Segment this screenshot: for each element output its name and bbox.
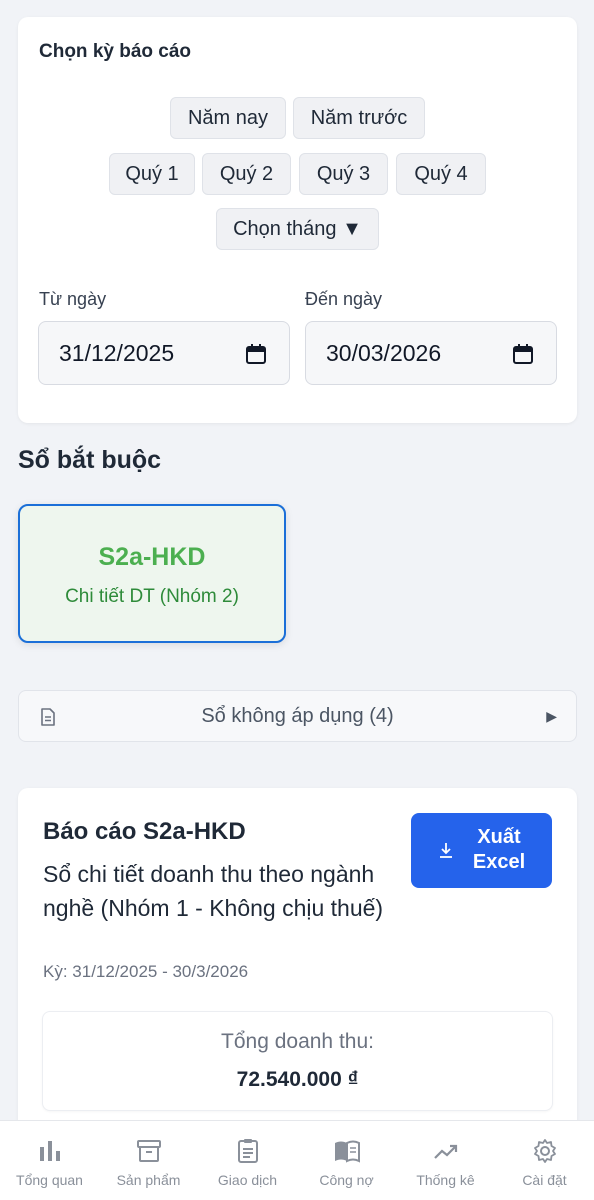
expand-arrow-icon: ▶ <box>546 708 557 724</box>
nav-label-debts: Công nợ <box>319 1172 374 1188</box>
nav-label-transactions: Giao dịch <box>217 1172 278 1188</box>
book-code: S2a-HKD <box>98 543 206 571</box>
calendar-icon[interactable] <box>245 343 267 365</box>
bottom-nav: Tổng quan Sản phẩm Giao dịch Công nợ Thố… <box>0 1120 594 1200</box>
to-date-value: 30/03/2026 <box>326 339 442 366</box>
not-applicable-books-toggle[interactable]: Sổ không áp dụng (4) ▶ <box>18 690 577 742</box>
nav-item-transactions[interactable]: Giao dịch <box>198 1121 297 1200</box>
total-revenue-value: 72.540.000 ₫ <box>236 1068 359 1091</box>
gear-icon <box>534 1139 556 1163</box>
export-excel-label: Xuất Excel <box>472 826 526 873</box>
report-title: Báo cáo S2a-HKD <box>43 818 246 845</box>
download-icon <box>440 843 452 858</box>
book-icon <box>335 1140 360 1163</box>
from-date-label: Từ ngày <box>39 289 107 309</box>
chip-quarter-3[interactable]: Quý 3 <box>299 153 388 195</box>
to-date-label: Đến ngày <box>305 289 383 309</box>
nav-label-statistics: Thống kê <box>416 1172 475 1188</box>
period-selector-card: Chọn kỳ báo cáo Năm nay Năm trước Quý 1 … <box>18 17 577 423</box>
nav-label-products: Sản phẩm <box>116 1172 181 1188</box>
nav-item-products[interactable]: Sản phẩm <box>99 1121 198 1200</box>
chip-quarter-2[interactable]: Quý 2 <box>202 153 291 195</box>
nav-item-debts[interactable]: Công nợ <box>297 1121 396 1200</box>
box-icon <box>137 1140 161 1162</box>
total-revenue-label: Tổng doanh thu: <box>221 1030 374 1053</box>
nav-label-overview: Tổng quan <box>16 1172 83 1188</box>
export-excel-button[interactable]: Xuất Excel <box>411 813 552 888</box>
not-applicable-label: Sổ không áp dụng (4) <box>201 705 394 727</box>
chip-quarter-4[interactable]: Quý 4 <box>396 153 486 195</box>
nav-item-settings[interactable]: Cài đặt <box>495 1121 594 1200</box>
chip-last-year[interactable]: Năm trước <box>293 97 425 139</box>
bar-chart-icon <box>40 1141 60 1161</box>
clipboard-icon <box>238 1139 258 1163</box>
from-date-value: 31/12/2025 <box>59 339 175 366</box>
book-card-s2a-hkd[interactable]: S2a-HKD Chi tiết DT (Nhóm 2) <box>18 504 286 643</box>
required-books-title: Sổ bắt buộc <box>18 446 162 474</box>
chip-this-year[interactable]: Năm nay <box>170 97 286 139</box>
nav-item-overview[interactable]: Tổng quan <box>0 1121 99 1200</box>
trend-icon <box>434 1144 458 1159</box>
report-subtitle: Sổ chi tiết doanh thu theo ngành nghề (N… <box>43 861 384 921</box>
nav-label-settings: Cài đặt <box>522 1172 567 1188</box>
report-period: Kỳ: 31/12/2025 - 30/3/2026 <box>43 962 249 981</box>
to-date-input[interactable]: 30/03/2026 <box>305 321 557 385</box>
period-selector-title: Chọn kỳ báo cáo <box>39 41 192 62</box>
calendar-icon[interactable] <box>512 343 534 365</box>
total-revenue-box: Tổng doanh thu: 72.540.000 ₫ <box>42 1011 553 1111</box>
month-picker-button[interactable]: Chọn tháng ▼ <box>216 208 379 250</box>
from-date-input[interactable]: 31/12/2025 <box>38 321 290 385</box>
chip-quarter-1[interactable]: Quý 1 <box>109 153 195 195</box>
book-description: Chi tiết DT (Nhóm 2) <box>65 586 239 607</box>
report-card: Báo cáo S2a-HKD Sổ chi tiết doanh thu th… <box>18 788 577 1148</box>
nav-item-statistics[interactable]: Thống kê <box>396 1121 495 1200</box>
